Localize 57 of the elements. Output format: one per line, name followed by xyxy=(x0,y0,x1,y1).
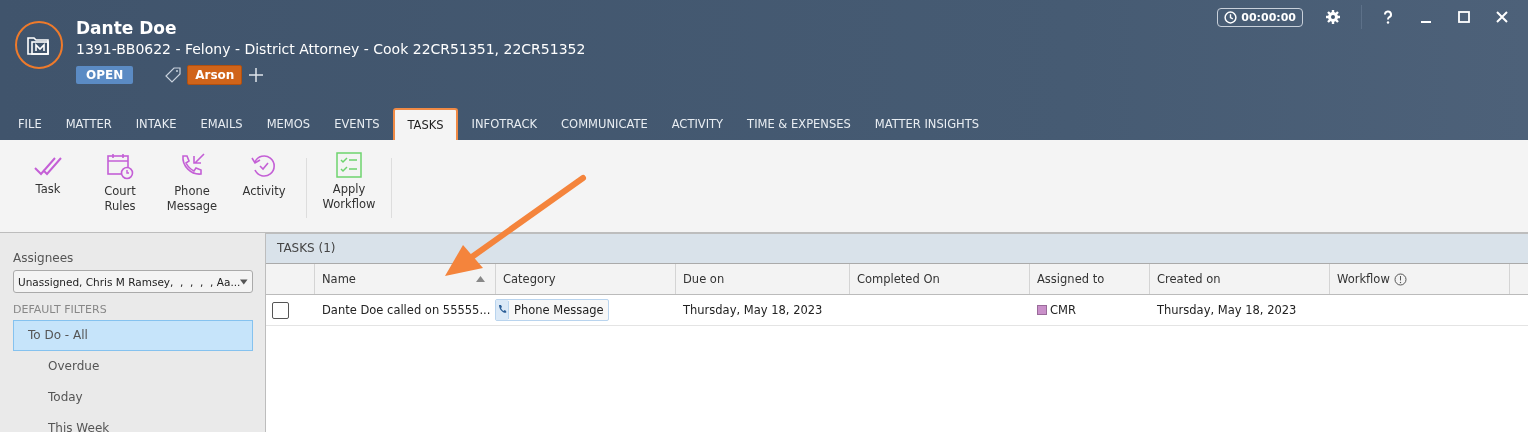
help-icon[interactable] xyxy=(1382,10,1394,24)
status-badge: OPEN xyxy=(76,66,134,84)
tag-label[interactable]: Arson xyxy=(187,65,243,85)
checklist-icon xyxy=(336,152,362,178)
filter-item[interactable]: Today xyxy=(13,382,253,413)
court-button[interactable]: Court Rules xyxy=(86,152,154,214)
nav-tab[interactable]: TASKS xyxy=(393,108,458,140)
assignee-initials: CMR xyxy=(1050,303,1076,317)
calendar-clock-icon xyxy=(106,152,134,180)
assignees-dropdown[interactable]: Unassigned, Chris M Ramsey, , , , , Aa... xyxy=(13,270,253,293)
settings-icon[interactable] xyxy=(1325,9,1341,25)
task-name[interactable]: Dante Doe called on 55555... xyxy=(315,295,496,325)
filter-item[interactable]: Overdue xyxy=(13,351,253,382)
clock-icon xyxy=(1224,10,1238,24)
column-header[interactable]: Completed On xyxy=(850,264,1030,294)
filter-item[interactable]: This Week xyxy=(13,413,253,432)
column-header[interactable]: Due on xyxy=(676,264,850,294)
task-button[interactable]: Task xyxy=(14,152,82,197)
activity-button[interactable]: Activity xyxy=(230,152,298,199)
column-header[interactable]: Category xyxy=(496,264,676,294)
nav-tab[interactable]: EMAILS xyxy=(188,108,255,140)
filter-item[interactable]: To Do - All xyxy=(13,320,253,351)
assignees-label: Assignees xyxy=(13,251,75,265)
nav-tab[interactable]: COMMUNICATE xyxy=(549,108,660,140)
nav-tab[interactable]: TIME & EXPENSES xyxy=(735,108,863,140)
nav-tab[interactable]: MEMOS xyxy=(254,108,323,140)
phone-icon xyxy=(496,300,508,320)
nav-tab[interactable]: INTAKE xyxy=(123,108,189,140)
workflow-button[interactable]: Apply Workflow xyxy=(315,152,383,212)
info-icon xyxy=(1393,272,1407,286)
nav-tab[interactable]: EVENTS xyxy=(322,108,392,140)
category-chip: Phone Message xyxy=(495,299,609,321)
client-name: Dante Doe xyxy=(76,18,178,38)
tag-icon xyxy=(165,67,182,83)
nav-tab[interactable]: ACTIVITY xyxy=(659,108,736,140)
column-header[interactable]: Workflow xyxy=(1330,264,1510,294)
maximize-icon[interactable] xyxy=(1458,11,1470,23)
phone-button[interactable]: Phone Message xyxy=(158,152,226,214)
activity-icon xyxy=(250,152,278,180)
tasks-title: TASKS (1) xyxy=(266,234,1528,264)
sort-ascending-icon[interactable] xyxy=(476,276,485,282)
nav-tab[interactable]: FILE xyxy=(6,108,54,140)
timer-button[interactable]: 00:00:00 xyxy=(1217,7,1303,27)
matter-folder-icon xyxy=(15,21,63,69)
nav-tab[interactable]: MATTER xyxy=(53,108,124,140)
close-icon[interactable] xyxy=(1496,11,1508,23)
column-header[interactable]: Created on xyxy=(1150,264,1330,294)
matter-description: 1391-BB0622 - Felony - District Attorney - Cook 22CR51351, 22CR51352 xyxy=(76,41,587,57)
filters-heading: DEFAULT FILTERS xyxy=(13,303,108,316)
created-date: Thursday, May 18, 2023 xyxy=(1156,302,1298,319)
caret-icon xyxy=(240,278,248,285)
nav-tab[interactable]: INFOTRACK xyxy=(459,108,550,140)
due-date: Thursday, May 18, 2023 xyxy=(682,302,824,319)
column-header[interactable]: Assigned to xyxy=(1030,264,1150,294)
add-tag-icon[interactable] xyxy=(248,67,265,83)
nav-tab[interactable]: MATTER INSIGHTS xyxy=(862,108,992,140)
row-checkbox[interactable] xyxy=(272,301,289,319)
